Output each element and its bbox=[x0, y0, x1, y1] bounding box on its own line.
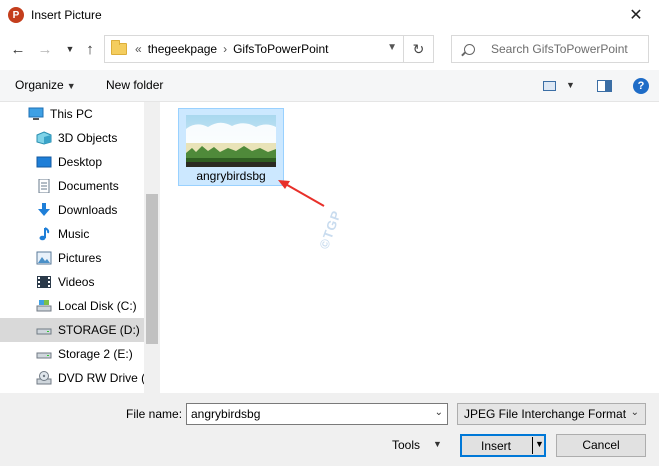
breadcrumb-thegeekpage[interactable]: thegeekpage bbox=[148, 42, 217, 56]
folder-icon bbox=[111, 40, 127, 55]
nav-item-videos[interactable]: Videos bbox=[0, 270, 144, 294]
drive-icon bbox=[36, 347, 52, 361]
download-icon bbox=[36, 203, 52, 217]
chevron-down-icon[interactable]: ⌄ bbox=[435, 407, 443, 418]
chevron-down-icon[interactable]: ⌄ bbox=[631, 407, 639, 418]
nav-item-label: Pictures bbox=[58, 251, 102, 265]
tools-chevron-down-icon[interactable]: ▼ bbox=[433, 439, 442, 449]
nav-item-this-pc[interactable]: This PC bbox=[0, 102, 144, 126]
nav-item-label: Videos bbox=[58, 275, 95, 289]
scrollbar-thumb[interactable] bbox=[146, 194, 158, 344]
nav-item-label: DVD RW Drive (C bbox=[58, 371, 154, 385]
nav-item-storage-2-e[interactable]: Storage 2 (E:) bbox=[0, 342, 144, 366]
nav-item-pictures[interactable]: Pictures bbox=[0, 246, 144, 270]
organize-label: Organize bbox=[15, 78, 64, 92]
drive-icon bbox=[36, 323, 52, 337]
address-dropdown-icon[interactable]: ▼ bbox=[387, 42, 397, 53]
watermark: ©TGP bbox=[316, 207, 345, 252]
nav-item-3d-objects[interactable]: 3D Objects bbox=[0, 126, 144, 150]
preview-pane-icon[interactable] bbox=[597, 80, 612, 92]
powerpoint-icon: P bbox=[8, 7, 24, 23]
search-icon bbox=[464, 43, 475, 55]
pictures-icon bbox=[36, 251, 52, 265]
nav-item-storage-d[interactable]: STORAGE (D:) bbox=[0, 318, 144, 342]
cube-icon bbox=[36, 131, 52, 145]
new-folder-button[interactable]: New folder bbox=[106, 78, 163, 92]
image-thumbnail bbox=[186, 115, 276, 167]
breadcrumb-separator-icon[interactable]: › bbox=[223, 42, 227, 56]
navigation-pane: This PC 3D Objects Desktop Documents Dow… bbox=[0, 102, 160, 393]
search-placeholder: Search GifsToPowerPoint bbox=[491, 42, 628, 56]
breadcrumb-gifstopowerpoint[interactable]: GifsToPowerPoint bbox=[233, 42, 328, 56]
disk-icon bbox=[36, 299, 52, 313]
navigation-scrollbar[interactable] bbox=[144, 102, 160, 393]
nav-item-label: Storage 2 (E:) bbox=[58, 347, 133, 361]
file-name-label: angrybirdsbg bbox=[196, 169, 266, 183]
nav-item-label: Downloads bbox=[58, 203, 118, 217]
cancel-button[interactable]: Cancel bbox=[556, 434, 646, 457]
nav-item-label: This PC bbox=[50, 107, 93, 121]
insert-label: Insert bbox=[480, 439, 511, 453]
nav-item-label: Desktop bbox=[58, 155, 103, 169]
command-toolbar: Organize ▼ New folder ▼ ? bbox=[0, 70, 659, 102]
up-arrow-icon[interactable]: ↑ bbox=[80, 39, 100, 59]
nav-item-local-disk-c[interactable]: Local Disk (C:) bbox=[0, 294, 144, 318]
refresh-icon[interactable]: ↻ bbox=[403, 36, 433, 62]
insert-options-chevron-icon[interactable]: ▼ bbox=[535, 439, 544, 449]
annotation-arrow-icon bbox=[278, 180, 325, 207]
close-button[interactable]: ✕ bbox=[613, 0, 659, 30]
search-input[interactable]: Search GifsToPowerPoint bbox=[451, 35, 649, 63]
nav-item-dvd-rw-drive[interactable]: DVD RW Drive (C bbox=[0, 366, 154, 390]
nav-item-label: Documents bbox=[58, 179, 119, 193]
tools-button[interactable]: Tools bbox=[392, 438, 420, 452]
file-name-value: angrybirdsbg bbox=[191, 407, 261, 421]
file-name-label: File name: bbox=[126, 407, 183, 421]
this-pc-icon bbox=[28, 107, 44, 121]
insert-button[interactable]: Insert ▼ bbox=[460, 434, 546, 457]
back-arrow-icon[interactable]: ← bbox=[8, 39, 28, 59]
video-icon bbox=[36, 275, 52, 289]
dialog-footer: File name: angrybirdsbg ⌄ JPEG File Inte… bbox=[0, 393, 659, 466]
window-title: Insert Picture bbox=[31, 8, 102, 22]
nav-item-label: Local Disk (C:) bbox=[58, 299, 137, 313]
nav-item-desktop[interactable]: Desktop bbox=[0, 150, 144, 174]
file-item-angrybirdsbg[interactable]: angrybirdsbg bbox=[178, 108, 284, 186]
file-name-input[interactable]: angrybirdsbg ⌄ bbox=[186, 403, 448, 425]
overflow-chevron-icon[interactable]: « bbox=[135, 42, 142, 56]
address-bar[interactable]: « thegeekpage › GifsToPowerPoint ▼ ↻ bbox=[104, 35, 434, 63]
nav-item-documents[interactable]: Documents bbox=[0, 174, 144, 198]
help-icon[interactable]: ? bbox=[633, 78, 649, 94]
file-type-select[interactable]: JPEG File Interchange Format ⌄ bbox=[457, 403, 646, 425]
nav-item-label: STORAGE (D:) bbox=[58, 323, 140, 337]
file-type-value: JPEG File Interchange Format bbox=[464, 407, 627, 421]
chevron-down-icon: ▼ bbox=[66, 81, 76, 91]
forward-arrow-icon[interactable]: → bbox=[35, 39, 55, 59]
nav-item-label: 3D Objects bbox=[58, 131, 118, 145]
recent-locations-chevron-icon[interactable]: ▼ bbox=[60, 39, 80, 59]
file-list[interactable]: angrybirdsbg ©TGP bbox=[160, 102, 659, 393]
split-divider bbox=[532, 437, 533, 454]
nav-item-music[interactable]: Music bbox=[0, 222, 144, 246]
address-row: ← → ▼ ↑ « thegeekpage › GifsToPowerPoint… bbox=[0, 30, 659, 70]
dvd-icon bbox=[36, 371, 52, 385]
nav-item-downloads[interactable]: Downloads bbox=[0, 198, 144, 222]
nav-item-label: Music bbox=[58, 227, 90, 241]
title-bar: P Insert Picture ✕ bbox=[0, 0, 659, 30]
view-options-chevron-icon[interactable]: ▼ bbox=[566, 80, 575, 90]
desktop-icon bbox=[36, 155, 52, 169]
organize-button[interactable]: Organize ▼ bbox=[15, 78, 76, 92]
change-view-icon[interactable] bbox=[543, 81, 556, 91]
document-icon bbox=[36, 178, 52, 194]
music-icon bbox=[36, 227, 52, 241]
